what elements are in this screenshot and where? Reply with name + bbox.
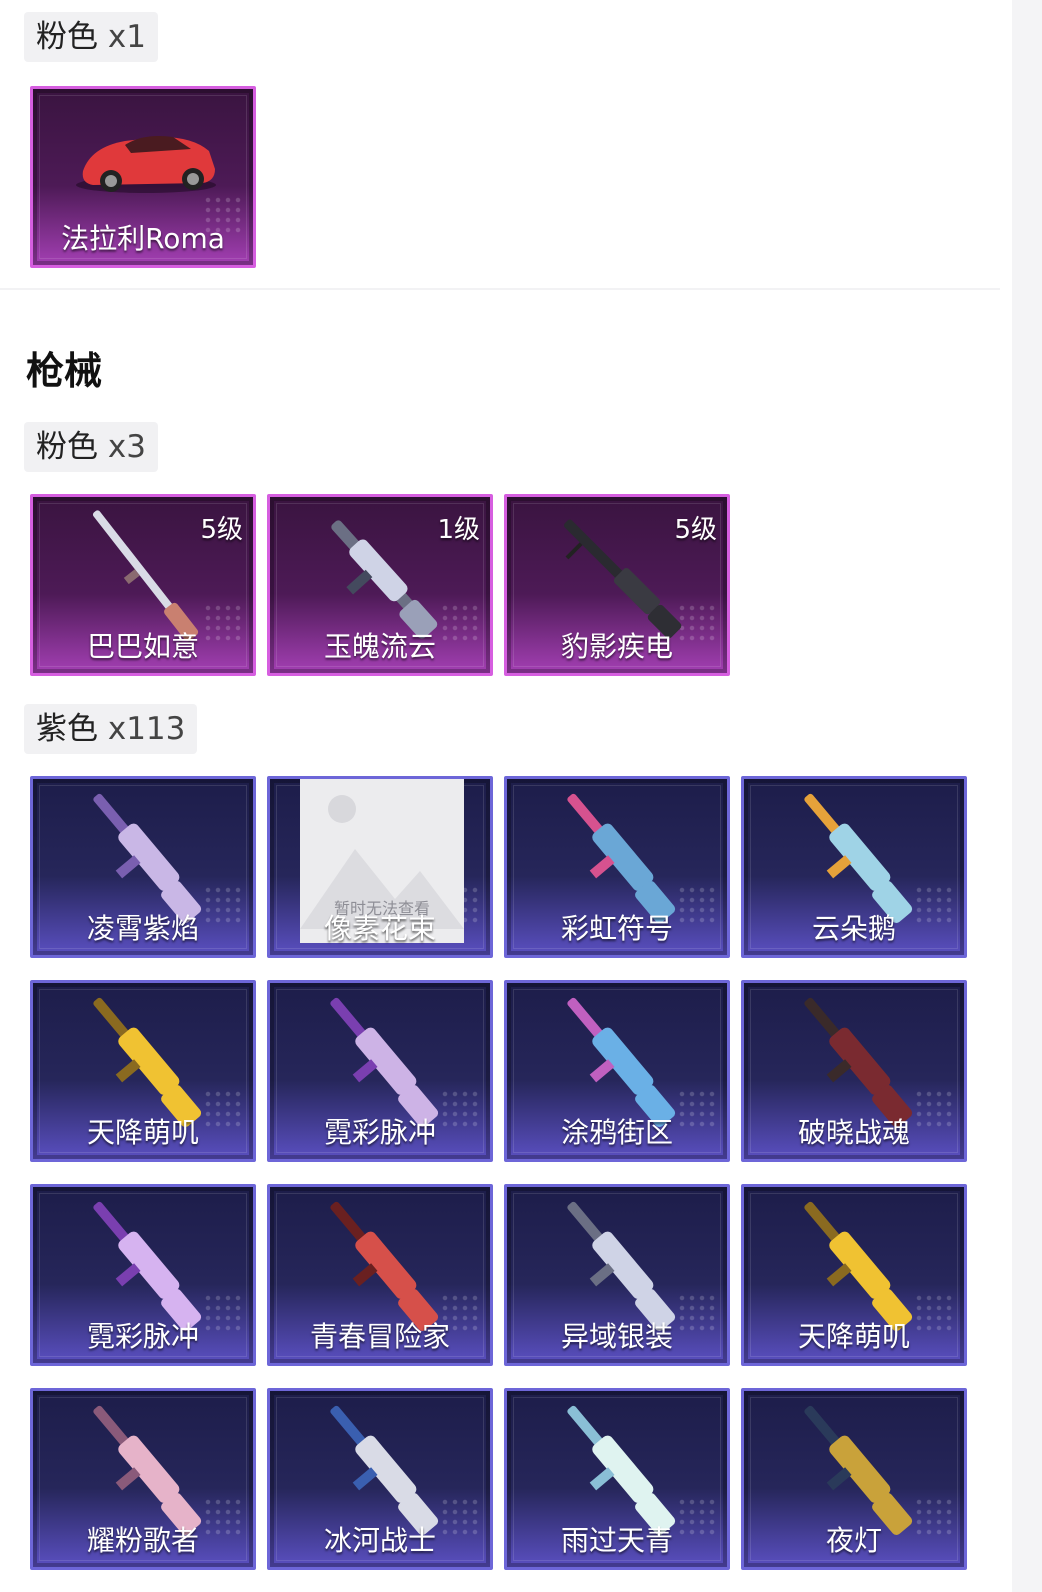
gun-tile[interactable]: 5级 豹影疾电 <box>504 494 730 676</box>
item-level: 1级 <box>437 515 480 545</box>
item-name: 青春冒险家 <box>309 1320 450 1353</box>
gun-tile[interactable]: 天降萌叽 <box>741 1184 967 1366</box>
inventory-page: 粉色 x1 法拉利Roma 枪械 粉色 x3 5级 巴巴如意 1级 玉魄流云 5… <box>0 0 1042 1592</box>
gun-tile[interactable]: 凌霄紫焰 <box>30 776 256 958</box>
section-title-guns: 枪械 <box>26 349 103 393</box>
item-name: 豹影疾电 <box>560 630 673 663</box>
item-name: 冰河战士 <box>323 1524 436 1557</box>
item-name: 云朵鹅 <box>811 912 896 945</box>
gun-tile[interactable]: 冰河战士 <box>267 1388 493 1570</box>
item-name: 夜灯 <box>825 1524 882 1557</box>
gun-tile[interactable]: 涂鸦街区 <box>504 980 730 1162</box>
gun-tile[interactable]: 1级 玉魄流云 <box>267 494 493 676</box>
item-level: 5级 <box>674 515 717 545</box>
gun-tile[interactable]: 5级 巴巴如意 <box>30 494 256 676</box>
item-name: 破晓战魂 <box>797 1116 910 1149</box>
item-name: 彩虹符号 <box>560 912 673 945</box>
item-name: 天降萌叽 <box>797 1320 910 1353</box>
rarity-count: x1 <box>107 19 146 55</box>
gun-tile[interactable]: 彩虹符号 <box>504 776 730 958</box>
gun-tile[interactable]: 异域银装 <box>504 1184 730 1366</box>
rarity-label: 粉色 <box>36 429 98 465</box>
rarity-count: x3 <box>107 429 146 465</box>
item-name: 玉魄流云 <box>323 630 436 663</box>
rarity-count: x113 <box>107 711 186 747</box>
gun-tile[interactable]: 暂时无法查看 像素花束 <box>267 776 493 958</box>
section-divider <box>0 288 1000 290</box>
item-name: 法拉利Roma <box>61 222 225 255</box>
item-name: 巴巴如意 <box>86 630 199 663</box>
gun-tile[interactable]: 霓彩脉冲 <box>30 1184 256 1366</box>
gun-tile[interactable]: 天降萌叽 <box>30 980 256 1162</box>
gun-tile[interactable]: 云朵鹅 <box>741 776 967 958</box>
item-name: 异域银装 <box>560 1320 673 1353</box>
item-level: 5级 <box>200 515 243 545</box>
item-name: 天降萌叽 <box>86 1116 199 1149</box>
item-name: 雨过天青 <box>560 1524 673 1557</box>
gun-tile[interactable]: 耀粉歌者 <box>30 1388 256 1570</box>
gun-tile[interactable]: 霓彩脉冲 <box>267 980 493 1162</box>
item-name: 像素花束 <box>323 912 436 945</box>
item-name: 耀粉歌者 <box>86 1524 199 1557</box>
item-name: 霓彩脉冲 <box>86 1320 199 1353</box>
scroll-gutter <box>1012 0 1042 1592</box>
gun-tile[interactable]: 雨过天青 <box>504 1388 730 1570</box>
gun-tile[interactable]: 青春冒险家 <box>267 1184 493 1366</box>
gun-tile[interactable]: 破晓战魂 <box>741 980 967 1162</box>
guns-pink-rarity-chip[interactable]: 粉色 x3 <box>24 422 158 472</box>
item-name: 霓彩脉冲 <box>323 1116 436 1149</box>
vehicle-pink-rarity-chip[interactable]: 粉色 x1 <box>24 12 158 62</box>
guns-purple-rarity-chip[interactable]: 紫色 x113 <box>24 704 198 754</box>
item-name: 凌霄紫焰 <box>86 912 199 945</box>
rarity-label: 紫色 <box>36 711 98 747</box>
item-name: 涂鸦街区 <box>560 1116 673 1149</box>
vehicle-tile[interactable]: 法拉利Roma <box>30 86 256 268</box>
gun-tile[interactable]: 夜灯 <box>741 1388 967 1570</box>
rarity-label: 粉色 <box>36 19 98 55</box>
